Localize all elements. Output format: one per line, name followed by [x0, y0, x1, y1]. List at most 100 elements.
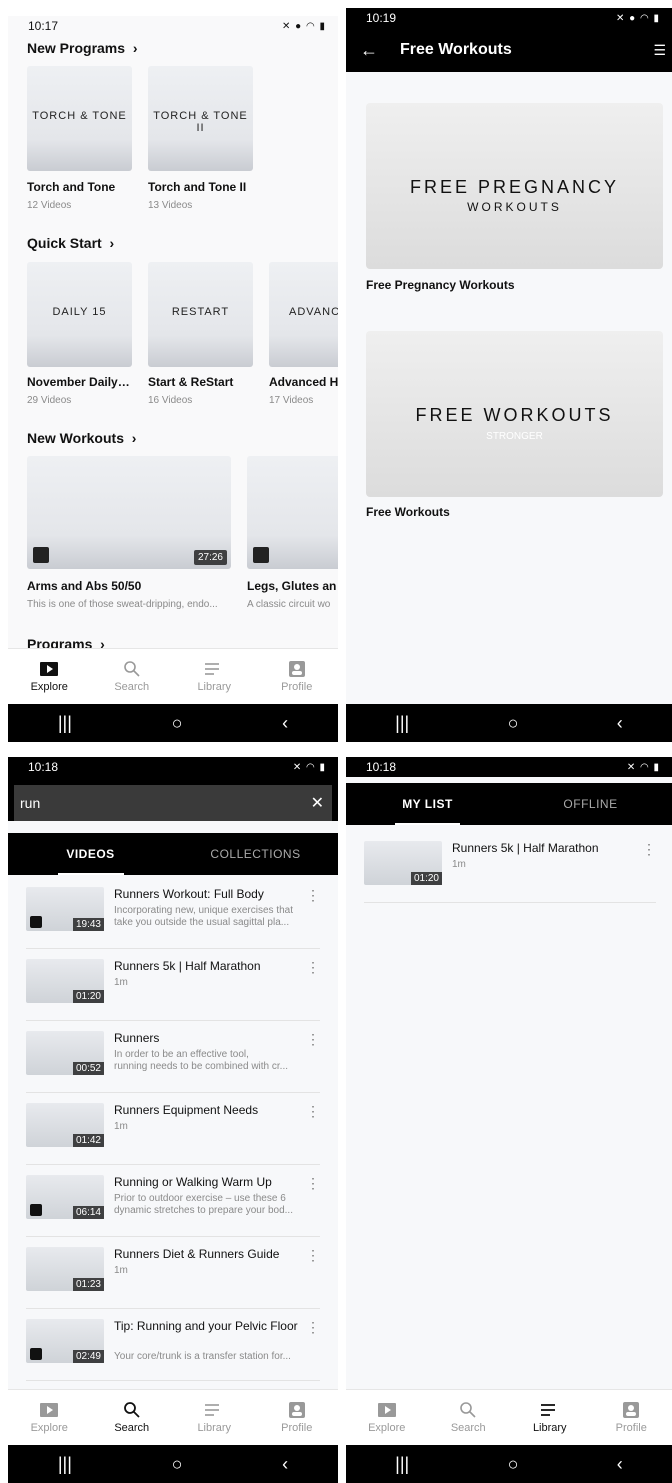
more-vert-icon[interactable]: ⋮ — [306, 1175, 320, 1192]
nav-search[interactable]: Search — [428, 1390, 510, 1445]
video-title: Runners 5k | Half Marathon — [114, 959, 261, 973]
tab-my-list[interactable]: MY LIST — [346, 783, 509, 825]
video-description: In order to be an effective tool, — [114, 1049, 249, 1060]
recent-apps-icon[interactable]: ||| — [58, 713, 72, 734]
tab-offline[interactable]: OFFLINE — [509, 783, 672, 825]
tab-collections[interactable]: COLLECTIONS — [173, 833, 338, 875]
search-tabs: VIDEOS COLLECTIONS — [8, 833, 338, 875]
status-time: 10:18 — [366, 760, 397, 774]
status-bar: 10:17 ✕ ● ◠ ▮ — [8, 16, 338, 36]
close-icon[interactable]: ✕ — [311, 793, 324, 813]
status-time: 10:18 — [28, 760, 59, 774]
status-icons: ✕ ● ◠ ▮ — [282, 20, 326, 32]
nav-library[interactable]: Library — [173, 649, 256, 704]
back-icon[interactable]: ‹ — [282, 1454, 288, 1475]
list-icon — [205, 1402, 223, 1418]
system-nav-bar: ||| ○ ‹ — [346, 1445, 672, 1483]
banner-free-pregnancy-workouts[interactable]: FREE PREGNANCY WORKOUTS — [366, 103, 663, 269]
more-vert-icon[interactable]: ⋮ — [306, 1031, 320, 1048]
quickstart-card-daily[interactable]: DAILY 15 November Daily… 29 Videos — [27, 262, 132, 412]
video-description: 1m — [114, 977, 128, 988]
video-title: Runners Workout: Full Body — [114, 887, 264, 901]
banner-free-workouts[interactable]: FREE WORKOUTS STRONGER — [366, 331, 663, 497]
explore-screen: 10:17 ✕ ● ◠ ▮ New Programs › TORCH & TON… — [8, 16, 338, 742]
play-icon — [40, 1402, 59, 1418]
search-bar: ✕ — [8, 777, 338, 821]
search-icon — [123, 660, 141, 677]
nav-search[interactable]: Search — [91, 649, 174, 704]
nav-explore[interactable]: Explore — [346, 1390, 428, 1445]
banner-label: Free Workouts — [366, 505, 450, 519]
back-icon[interactable]: ‹ — [617, 1454, 623, 1475]
status-time: 10:19 — [366, 11, 397, 25]
lock-icon — [30, 1348, 42, 1360]
system-nav-bar: ||| ○ ‹ — [8, 704, 338, 742]
list-item[interactable]: 01:23 Runners Diet & Runners Guide 1m ⋮ — [26, 1237, 320, 1309]
list-item[interactable]: 01:20 Runners 5k | Half Marathon 1m ⋮ — [26, 949, 320, 1021]
list-item[interactable]: 00:52 Runners In order to be an effective … — [26, 1021, 320, 1093]
more-vert-icon[interactable]: ⋮ — [306, 1247, 320, 1264]
list-item[interactable]: 06:14 Running or Walking Warm Up Prior to … — [26, 1165, 320, 1237]
more-vert-icon[interactable]: ⋮ — [306, 887, 320, 904]
more-vert-icon[interactable]: ⋮ — [306, 1103, 320, 1120]
home-icon[interactable]: ○ — [508, 713, 519, 734]
video-title: Runners Diet & Runners Guide — [114, 1247, 280, 1261]
nav-profile[interactable]: Profile — [591, 1390, 672, 1445]
video-thumbnail: 01:20 — [364, 841, 442, 885]
home-icon[interactable]: ○ — [508, 1454, 519, 1475]
free-workouts-screen: 10:19 ✕ ● ◠ ▮ ← Free Workouts ☰ FREE PRE… — [346, 8, 672, 742]
video-title: Runners — [114, 1031, 160, 1045]
list-item[interactable]: 01:20 Runners 5k | Half Marathon 1m ⋮ — [364, 831, 656, 903]
workout-card-arms-and-abs[interactable]: 27:26 Arms and Abs 50/50 This is one of … — [27, 456, 231, 616]
list-item[interactable]: 02:49 Tip: Running and your Pelvic Floor Y… — [26, 1309, 320, 1381]
recent-apps-icon[interactable]: ||| — [58, 1454, 72, 1475]
video-title: Runners Equipment Needs — [114, 1103, 259, 1117]
video-description: Prior to outdoor exercise – use these 6 — [114, 1193, 286, 1204]
quickstart-card-restart[interactable]: RESTART Start & ReStart 16 Videos — [148, 262, 253, 412]
back-icon[interactable]: ‹ — [617, 713, 623, 734]
video-description: Your core/trunk is a transfer station fo… — [114, 1351, 291, 1362]
section-quick-start[interactable]: Quick Start › — [27, 235, 114, 251]
nav-profile[interactable]: Profile — [256, 1390, 339, 1445]
home-icon[interactable]: ○ — [172, 1454, 183, 1475]
quickstart-card-advanced[interactable]: ADVANC HIIT Advanced H 17 Videos — [269, 262, 338, 412]
search-input[interactable] — [14, 785, 332, 821]
nav-library[interactable]: Library — [173, 1390, 256, 1445]
nav-profile[interactable]: Profile — [256, 649, 339, 704]
recent-apps-icon[interactable]: ||| — [395, 713, 409, 734]
program-card-torch-and-tone-ii[interactable]: TORCH & TONE II Torch and Tone II 13 Vid… — [148, 66, 253, 226]
profile-icon — [288, 660, 306, 677]
nav-library[interactable]: Library — [509, 1390, 591, 1445]
nav-search[interactable]: Search — [91, 1390, 174, 1445]
search-icon — [123, 1401, 141, 1418]
back-icon[interactable]: ‹ — [282, 713, 288, 734]
chevron-right-icon: › — [128, 40, 138, 56]
section-new-workouts[interactable]: New Workouts › — [27, 430, 136, 446]
back-arrow-icon[interactable]: ← — [360, 40, 378, 61]
library-tabs: MY LIST OFFLINE — [346, 783, 672, 825]
profile-icon — [622, 1401, 640, 1418]
workout-card-legs-glutes[interactable]: Legs, Glutes an A classic circuit wo — [247, 456, 338, 616]
program-card-torch-and-tone[interactable]: TORCH & TONE Torch and Tone 12 Videos — [27, 66, 132, 226]
lock-icon — [30, 916, 42, 928]
video-thumbnail: 00:52 — [26, 1031, 104, 1075]
more-vert-icon[interactable]: ⋮ — [642, 841, 656, 858]
library-screen: 10:18 ✕ ◠ ▮ MY LIST OFFLINE 01:20 Runner… — [346, 757, 672, 1483]
system-nav-bar: ||| ○ ‹ — [8, 1445, 338, 1483]
program-thumbnail: RESTART — [148, 262, 253, 367]
program-thumbnail: TORCH & TONE — [27, 66, 132, 171]
nav-explore[interactable]: Explore — [8, 1390, 91, 1445]
status-bar: 10:19 ✕ ● ◠ ▮ — [346, 8, 672, 28]
status-icons: ✕ ◠ ▮ — [292, 761, 326, 773]
list-item[interactable]: 01:42 Runners Equipment Needs 1m ⋮ — [26, 1093, 320, 1165]
home-icon[interactable]: ○ — [172, 713, 183, 734]
nav-explore[interactable]: Explore — [8, 649, 91, 704]
section-new-programs[interactable]: New Programs › — [27, 40, 138, 56]
tab-videos[interactable]: VIDEOS — [8, 833, 173, 875]
more-vert-icon[interactable]: ⋮ — [306, 959, 320, 976]
more-vert-icon[interactable]: ⋮ — [306, 1319, 320, 1336]
recent-apps-icon[interactable]: ||| — [395, 1454, 409, 1475]
video-description: 1m — [114, 1121, 128, 1132]
list-item[interactable]: 19:43 Runners Workout: Full Body Incorpora… — [26, 877, 320, 949]
sort-icon[interactable]: ☰ — [653, 42, 666, 59]
